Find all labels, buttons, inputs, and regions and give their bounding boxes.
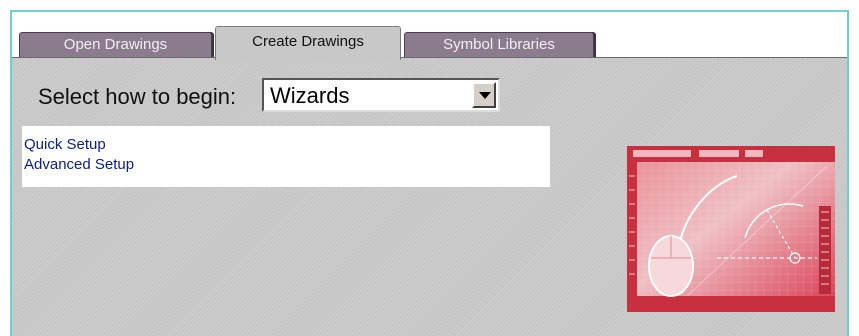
drawing-preview-image: [627, 146, 835, 312]
startup-dialog-frame: Open Drawings Create Drawings Symbol Lib…: [10, 10, 849, 336]
wizard-item-advanced-setup[interactable]: Advanced Setup: [22, 155, 550, 175]
chevron-down-icon: [479, 92, 491, 99]
tab-create-drawings[interactable]: Create Drawings: [215, 26, 401, 60]
create-drawings-panel: Select how to begin: Wizards Quick Setup…: [12, 58, 847, 336]
tab-bar: Open Drawings Create Drawings Symbol Lib…: [12, 12, 847, 60]
dropdown-button[interactable]: [472, 82, 496, 108]
tab-open-drawings[interactable]: Open Drawings: [19, 32, 212, 58]
tab-symbol-libraries[interactable]: Symbol Libraries: [404, 32, 594, 58]
wizard-list: Quick Setup Advanced Setup: [22, 126, 550, 187]
begin-select-value: Wizards: [270, 83, 350, 108]
begin-select[interactable]: Wizards: [262, 78, 500, 112]
wizard-item-quick-setup[interactable]: Quick Setup: [22, 135, 550, 155]
begin-label: Select how to begin:: [38, 84, 237, 109]
